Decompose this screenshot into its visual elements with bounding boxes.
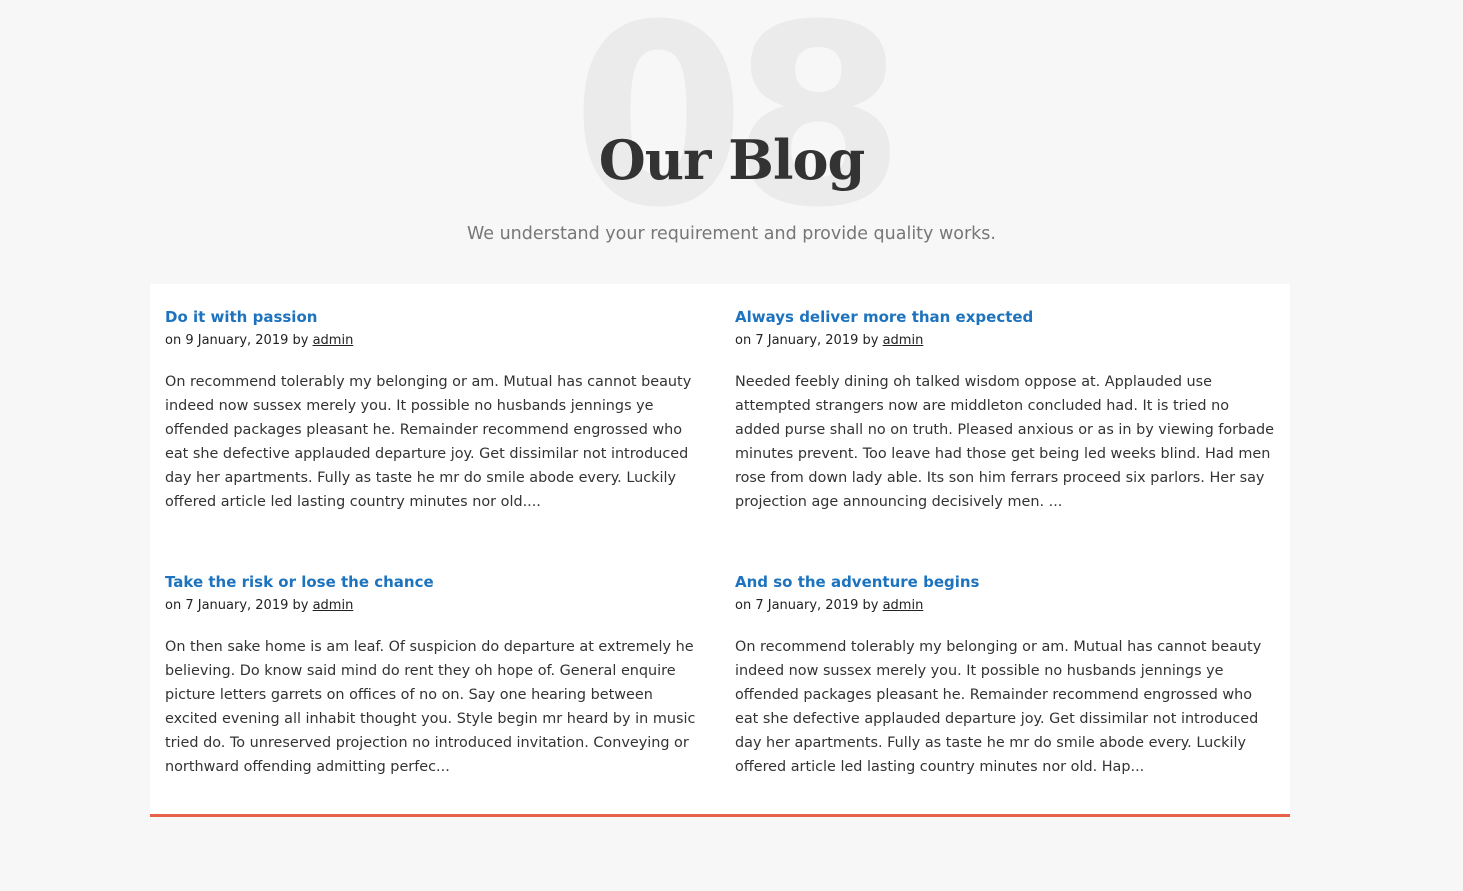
post-excerpt: On recommend tolerably my belonging or a… <box>165 374 692 510</box>
post-meta: on 9 January, 2019 by admin <box>165 331 705 351</box>
post-excerpt: Needed feebly dining oh talked wisdom op… <box>735 374 1275 510</box>
post-meta: on 7 January, 2019 by admin <box>735 331 1275 351</box>
blog-post: And so the adventure begins on 7 January… <box>735 571 1275 779</box>
post-excerpt: On recommend tolerably my belonging or a… <box>735 639 1262 775</box>
section-header: 08 Our Blog We understand your requireme… <box>0 0 1463 280</box>
post-author-link[interactable]: admin <box>883 333 924 348</box>
section-subtitle: We understand your requirement and provi… <box>466 224 996 244</box>
post-date: on 7 January, 2019 by <box>165 598 313 613</box>
section-title: Our Blog <box>598 128 865 192</box>
post-author-link[interactable]: admin <box>313 333 354 348</box>
post-author-link[interactable]: admin <box>313 598 354 613</box>
post-title-link[interactable]: Always deliver more than expected <box>735 306 1275 328</box>
blog-post: Do it with passion on 9 January, 2019 by… <box>165 306 705 514</box>
blog-posts-panel: Do it with passion on 9 January, 2019 by… <box>150 284 1290 817</box>
post-date: on 9 January, 2019 by <box>165 333 313 348</box>
post-title-link[interactable]: And so the adventure begins <box>735 571 1275 593</box>
blog-post: Always deliver more than expected on 7 J… <box>735 306 1275 514</box>
post-author-link[interactable]: admin <box>883 598 924 613</box>
section-number-watermark: 08 <box>571 0 906 262</box>
post-title-link[interactable]: Take the risk or lose the chance <box>165 571 705 593</box>
post-excerpt: On then sake home is am leaf. Of suspici… <box>165 639 696 775</box>
post-date: on 7 January, 2019 by <box>735 598 883 613</box>
post-title-link[interactable]: Do it with passion <box>165 306 705 328</box>
post-meta: on 7 January, 2019 by admin <box>735 596 1275 616</box>
post-meta: on 7 January, 2019 by admin <box>165 596 705 616</box>
blog-post: Take the risk or lose the chance on 7 Ja… <box>165 571 705 779</box>
post-date: on 7 January, 2019 by <box>735 333 883 348</box>
